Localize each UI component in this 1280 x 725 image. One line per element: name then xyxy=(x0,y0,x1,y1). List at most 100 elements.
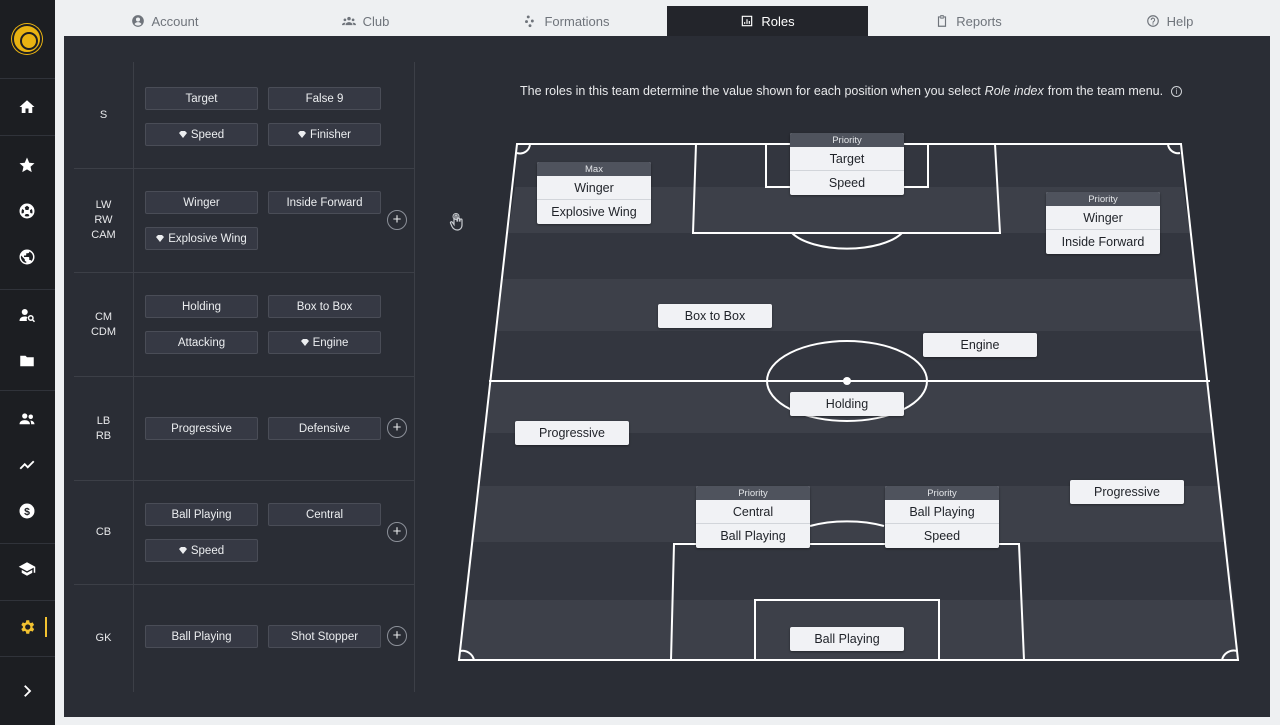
svg-text:$: $ xyxy=(24,506,30,518)
info-prefix: The roles in this team determine the val… xyxy=(520,84,981,98)
tab-label: Formations xyxy=(544,13,610,29)
group-label: GK xyxy=(95,632,112,644)
pitch-card-rb[interactable]: Progressive xyxy=(1070,480,1184,504)
sidebar-divider xyxy=(0,600,55,601)
center-spot xyxy=(843,377,851,385)
pitch-card-lw[interactable]: Max Winger Explosive Wing xyxy=(537,162,651,224)
role-chip-box-to-box[interactable]: Box to Box xyxy=(268,295,381,318)
chip-label: Progressive xyxy=(171,422,232,435)
card-role[interactable]: Box to Box xyxy=(658,304,772,328)
role-chip-attacking[interactable]: Attacking xyxy=(145,331,258,354)
add-role-button[interactable]: + xyxy=(387,626,407,646)
card-header: Max xyxy=(537,162,651,176)
role-chip-speed[interactable]: Speed xyxy=(145,123,258,146)
home-icon[interactable] xyxy=(14,94,40,120)
group-label-cell: CM CDM xyxy=(74,273,134,376)
chip-label: Holding xyxy=(182,300,221,313)
role-chip-winger[interactable]: Winger xyxy=(145,191,258,214)
roles-info-text: The roles in this team determine the val… xyxy=(520,84,1183,98)
tab-formations[interactable]: Formations xyxy=(466,6,667,36)
role-chip-progressive[interactable]: Progressive xyxy=(145,417,258,440)
football-icon[interactable] xyxy=(14,198,40,224)
role-chip-holding[interactable]: Holding xyxy=(145,295,258,318)
add-role-button[interactable]: + xyxy=(387,418,407,438)
star-icon[interactable] xyxy=(14,152,40,178)
gem-icon xyxy=(178,547,187,554)
chip-label: Engine xyxy=(312,336,349,349)
card-role[interactable]: Progressive xyxy=(515,421,629,445)
card-role[interactable]: Ball Playing xyxy=(696,524,810,548)
card-role[interactable]: Ball Playing xyxy=(790,627,904,651)
clipboard-icon xyxy=(938,15,947,27)
role-chip-ball-playing[interactable]: Ball Playing xyxy=(145,503,258,526)
add-role-button[interactable]: + xyxy=(387,210,407,230)
sidebar-divider xyxy=(0,543,55,544)
pitch-card-rcm[interactable]: Engine xyxy=(923,333,1037,357)
group-fullbacks: LB RB Progressive Defensive + xyxy=(74,377,415,481)
card-role[interactable]: Engine xyxy=(923,333,1037,357)
info-icon[interactable]: i xyxy=(1171,85,1183,97)
group-label-cell: LB RB xyxy=(74,377,134,480)
card-role[interactable]: Holding xyxy=(790,392,904,416)
pitch-card-rw[interactable]: Priority Winger Inside Forward xyxy=(1046,192,1160,254)
card-role[interactable]: Progressive xyxy=(1070,480,1184,504)
group-striker: S Target False 9 Speed Finisher xyxy=(74,62,415,169)
folder-icon[interactable] xyxy=(14,348,40,374)
card-role[interactable]: Central xyxy=(696,500,810,524)
trend-icon[interactable] xyxy=(14,452,40,478)
role-chip-engine[interactable]: Engine xyxy=(268,331,381,354)
pitch-card-lb[interactable]: Progressive xyxy=(515,421,629,445)
pitch-card-lcb[interactable]: Priority Central Ball Playing xyxy=(696,486,810,548)
pitch-card-rcb[interactable]: Priority Ball Playing Speed xyxy=(885,486,999,548)
pitch-card-lcm[interactable]: Box to Box xyxy=(658,304,772,328)
card-role[interactable]: Winger xyxy=(537,176,651,200)
role-chip-central[interactable]: Central xyxy=(268,503,381,526)
chip-label: Ball Playing xyxy=(171,630,232,643)
add-role-button[interactable]: + xyxy=(387,522,407,542)
role-chip-ball-playing[interactable]: Ball Playing xyxy=(145,625,258,648)
chip-label: Winger xyxy=(183,196,220,209)
tab-label: Club xyxy=(362,13,390,29)
role-chip-target[interactable]: Target xyxy=(145,87,258,110)
card-role[interactable]: Speed xyxy=(885,524,999,548)
tab-club[interactable]: Club xyxy=(265,6,466,36)
tab-roles[interactable]: Roles xyxy=(667,6,868,42)
sidebar-divider xyxy=(0,656,55,657)
scout-icon[interactable] xyxy=(14,302,40,328)
tab-reports[interactable]: Reports xyxy=(868,6,1069,36)
card-role[interactable]: Speed xyxy=(790,171,904,195)
chip-label: Shot Stopper xyxy=(290,630,359,643)
role-chip-false-9[interactable]: False 9 xyxy=(268,87,381,110)
card-role[interactable]: Ball Playing xyxy=(885,500,999,524)
people-icon[interactable] xyxy=(14,406,40,432)
club-crest-logo[interactable] xyxy=(12,24,42,54)
settings-icon[interactable] xyxy=(14,614,40,640)
globe-icon[interactable] xyxy=(14,244,40,270)
expand-icon[interactable] xyxy=(14,678,40,704)
card-role[interactable]: Target xyxy=(790,147,904,171)
role-chip-speed[interactable]: Speed xyxy=(145,539,258,562)
group-label-cell: LW RW CAM xyxy=(74,169,134,272)
role-chip-finisher[interactable]: Finisher xyxy=(268,123,381,146)
pitch-card-cdm[interactable]: Holding xyxy=(790,392,904,416)
card-role[interactable]: Winger xyxy=(1046,206,1160,230)
role-chip-defensive[interactable]: Defensive xyxy=(268,417,381,440)
tab-account[interactable]: Account xyxy=(64,6,265,36)
pitch-card-st[interactable]: Priority Target Speed xyxy=(790,133,904,195)
chip-label: Target xyxy=(185,92,218,105)
role-chip-shot-stopper[interactable]: Shot Stopper xyxy=(268,625,381,648)
chip-label: Box to Box xyxy=(296,300,353,313)
active-indicator xyxy=(45,617,47,637)
chip-label: Speed xyxy=(190,128,225,141)
chip-label: Ball Playing xyxy=(171,508,232,521)
role-chip-explosive-wing[interactable]: Explosive Wing xyxy=(145,227,258,250)
tab-label: Reports xyxy=(956,13,1002,29)
role-chip-inside-forward[interactable]: Inside Forward xyxy=(268,191,381,214)
card-role[interactable]: Explosive Wing xyxy=(537,200,651,224)
dollar-icon[interactable]: $ xyxy=(14,498,40,524)
tab-help[interactable]: Help xyxy=(1069,6,1270,36)
sidebar-divider xyxy=(0,390,55,391)
pitch-card-gk[interactable]: Ball Playing xyxy=(790,627,904,651)
card-role[interactable]: Inside Forward xyxy=(1046,230,1160,254)
graduation-cap-icon[interactable] xyxy=(14,556,40,582)
